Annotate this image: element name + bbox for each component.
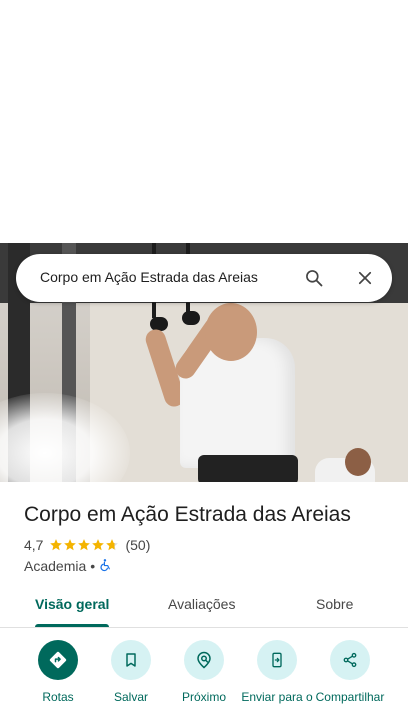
wheelchair-icon — [99, 558, 112, 575]
rating-row[interactable]: 4,7 (50) — [24, 536, 150, 554]
save-button[interactable]: Salvar — [91, 640, 171, 704]
search-icon[interactable] — [302, 266, 326, 290]
rating-value: 4,7 — [24, 537, 44, 553]
review-count: (50) — [125, 537, 151, 553]
share-label: Compartilhar — [315, 690, 385, 704]
share-button[interactable]: Compartilhar — [310, 640, 390, 704]
action-buttons: Rotas Salvar Próximo Enviar para o Compa… — [0, 640, 408, 726]
directions-icon — [38, 640, 78, 680]
star-icon — [92, 539, 105, 551]
directions-label: Rotas — [42, 690, 74, 704]
photo-shorts — [198, 455, 298, 482]
place-tabs: Visão geral Avaliações Sobre — [0, 586, 408, 628]
star-icon — [78, 539, 91, 551]
category-row: Academia • — [24, 557, 112, 575]
photo-handle — [182, 311, 200, 325]
active-tab-indicator — [35, 624, 109, 627]
tab-visao-geral[interactable]: Visão geral — [35, 596, 109, 612]
save-label: Salvar — [113, 690, 148, 704]
star-icon — [50, 539, 63, 551]
star-icon — [64, 539, 77, 551]
nearby-button[interactable]: Próximo — [164, 640, 244, 704]
share-icon — [330, 640, 370, 680]
nearby-icon — [184, 640, 224, 680]
search-bar[interactable]: Corpo em Ação Estrada das Areias — [16, 254, 392, 302]
place-title: Corpo em Ação Estrada das Areias — [24, 503, 351, 526]
star-half-icon — [106, 539, 119, 551]
rating-stars — [49, 538, 119, 552]
nearby-label: Próximo — [181, 690, 226, 704]
send-to-phone-button[interactable]: Enviar para o — [237, 640, 317, 704]
tab-sobre[interactable]: Sobre — [316, 596, 353, 612]
bookmark-icon — [111, 640, 151, 680]
photo-head — [205, 303, 257, 361]
send-to-phone-label: Enviar para o — [241, 690, 313, 704]
search-query[interactable]: Corpo em Ação Estrada das Areias — [40, 269, 258, 285]
send-to-phone-icon — [257, 640, 297, 680]
tab-avaliacoes[interactable]: Avaliações — [168, 596, 235, 612]
directions-button[interactable]: Rotas — [18, 640, 98, 704]
separator-dot: • — [90, 558, 96, 574]
top-blank-area — [0, 0, 408, 243]
photo-background-head — [345, 448, 371, 476]
close-icon[interactable] — [353, 266, 377, 290]
place-category: Academia — [24, 558, 87, 574]
